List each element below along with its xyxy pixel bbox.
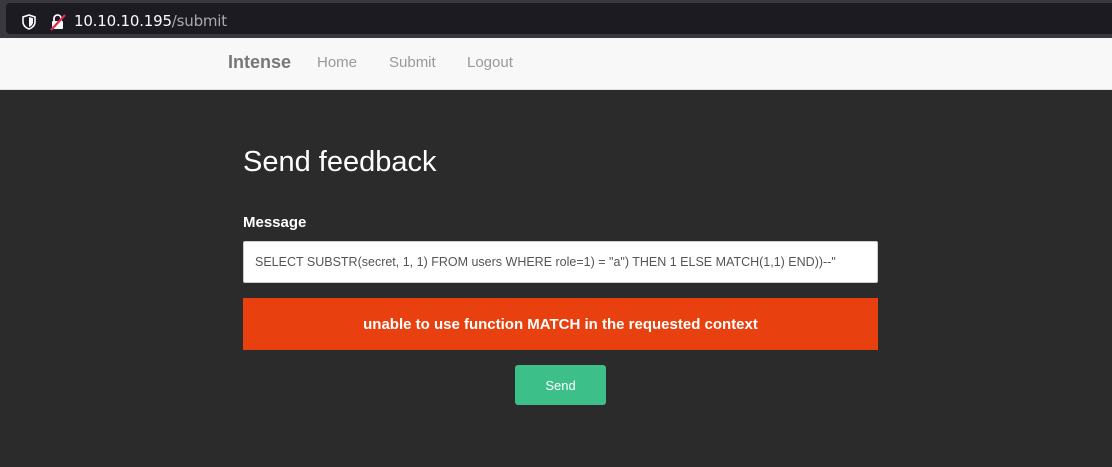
error-banner: unable to use function MATCH in the requ… <box>243 298 878 350</box>
page-title: Send feedback <box>243 146 437 178</box>
nav-home-link[interactable]: Home <box>317 54 357 71</box>
insecure-lock-icon[interactable] <box>50 13 66 31</box>
browser-toolbar: 10.10.10.195/submit <box>0 0 1112 38</box>
url-host: 10.10.10.195 <box>74 12 172 30</box>
url-path: /submit <box>171 12 227 30</box>
shield-icon[interactable] <box>22 14 36 30</box>
send-button[interactable]: Send <box>515 365 606 405</box>
url-text[interactable]: 10.10.10.195/submit <box>74 12 227 30</box>
message-label: Message <box>243 214 307 231</box>
brand-link[interactable]: Intense <box>228 52 291 73</box>
url-bar[interactable]: 10.10.10.195/submit <box>6 3 1112 34</box>
error-text: unable to use function MATCH in the requ… <box>363 315 758 333</box>
nav-submit-link[interactable]: Submit <box>389 54 436 71</box>
message-input[interactable] <box>243 241 878 283</box>
site-navbar: Intense Home Submit Logout <box>0 38 1112 90</box>
nav-logout-link[interactable]: Logout <box>467 54 513 71</box>
